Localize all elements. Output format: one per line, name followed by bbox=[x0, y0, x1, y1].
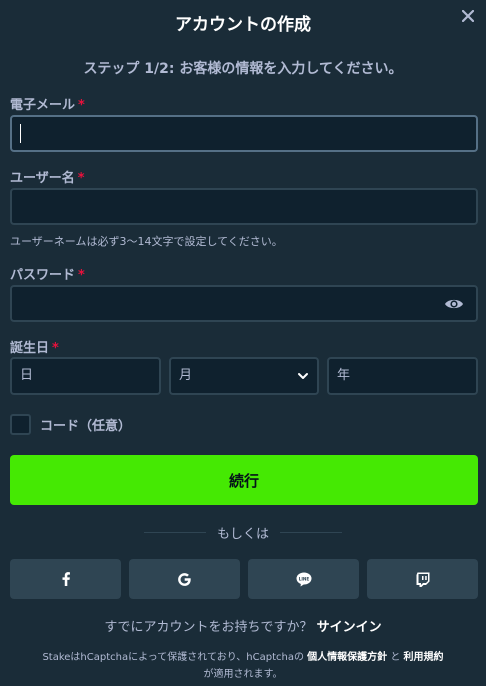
year-placeholder: 年 bbox=[337, 368, 351, 383]
recaptcha-footer: StakeはhCaptchaによって保護されており、hCaptchaの 個人情報… bbox=[0, 649, 486, 683]
twitch-icon bbox=[416, 572, 429, 587]
twitch-button[interactable] bbox=[367, 559, 478, 599]
create-account-modal: アカウントの作成 ステップ 1/2: お客様の情報を入力してください。 電子メー… bbox=[0, 0, 486, 686]
text-caret bbox=[20, 124, 21, 143]
facebook-icon bbox=[62, 572, 70, 586]
required-mark: * bbox=[78, 268, 85, 283]
month-placeholder: 月 bbox=[179, 368, 193, 383]
email-input[interactable] bbox=[10, 115, 478, 152]
required-mark: * bbox=[77, 171, 85, 186]
divider-right bbox=[280, 532, 342, 533]
username-label-text: ユーザー名 bbox=[10, 171, 75, 186]
month-select[interactable]: 月 bbox=[169, 357, 319, 395]
privacy-policy-link[interactable]: 個人情報保護方針 bbox=[307, 652, 387, 663]
line-button[interactable]: LINE bbox=[248, 559, 359, 599]
password-label-text: パスワード bbox=[10, 268, 76, 283]
code-checkbox[interactable] bbox=[10, 414, 31, 435]
or-label: もしくは bbox=[216, 527, 269, 542]
close-icon bbox=[462, 10, 474, 22]
chevron-down-icon bbox=[298, 373, 308, 379]
modal-title: アカウントの作成 bbox=[175, 15, 311, 35]
svg-text:LINE: LINE bbox=[298, 576, 309, 581]
day-placeholder: 日 bbox=[20, 368, 34, 383]
day-input[interactable]: 日 bbox=[10, 357, 161, 395]
footer-and: と bbox=[390, 652, 401, 663]
birthdate-label-text: 誕生日 bbox=[10, 341, 50, 356]
line-icon: LINE bbox=[296, 572, 311, 586]
google-button[interactable] bbox=[129, 559, 240, 599]
close-button[interactable] bbox=[458, 6, 478, 26]
signin-prompt: すでにアカウントをお持ちですか？ bbox=[104, 620, 313, 635]
username-hint: ユーザーネームは必ず3～14文字で設定してください。 bbox=[10, 235, 283, 248]
signin-prompt-line: すでにアカウントをお持ちですか？ サインイン bbox=[0, 616, 486, 635]
year-input[interactable]: 年 bbox=[327, 357, 478, 395]
eye-icon[interactable] bbox=[444, 296, 464, 312]
password-label: パスワード * bbox=[10, 264, 85, 283]
footer-text: はhCaptchaによって保護されており、hCaptchaの bbox=[70, 652, 304, 663]
signin-link[interactable]: サインイン bbox=[317, 620, 382, 635]
continue-button[interactable]: 続行 bbox=[10, 455, 478, 505]
google-icon bbox=[178, 572, 191, 586]
facebook-button[interactable] bbox=[10, 559, 121, 599]
required-mark: * bbox=[52, 341, 59, 356]
terms-link[interactable]: 利用規約 bbox=[404, 652, 444, 663]
step-indicator: ステップ 1/2: お客様の情報を入力してください。 bbox=[83, 61, 403, 77]
username-label: ユーザー名 * bbox=[10, 167, 85, 186]
code-checkbox-label: コード（任意） bbox=[40, 419, 132, 434]
birthdate-label: 誕生日 * bbox=[10, 337, 59, 356]
password-input[interactable] bbox=[10, 285, 478, 322]
email-label: 電子メール * bbox=[10, 94, 85, 113]
required-mark: * bbox=[78, 98, 85, 113]
footer-text-end: が適用されます。 bbox=[203, 669, 283, 680]
footer-brand: Stake bbox=[42, 652, 71, 663]
email-label-text: 電子メール bbox=[10, 98, 76, 113]
username-input[interactable] bbox=[10, 188, 478, 225]
